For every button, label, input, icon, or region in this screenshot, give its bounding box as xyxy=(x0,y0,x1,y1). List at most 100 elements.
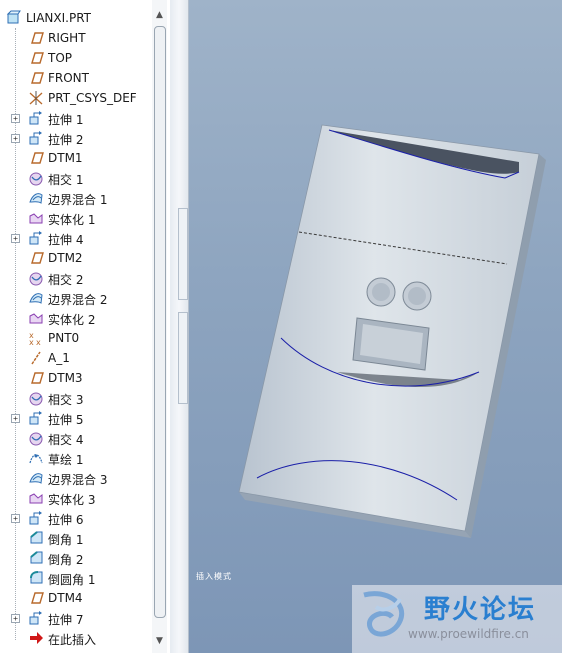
insert-mode-label: 插入模式 xyxy=(196,572,232,581)
splitter-handle-bottom[interactable] xyxy=(178,312,188,404)
graphics-viewport[interactable]: 插入模式 xyxy=(189,0,562,653)
tree-root-label: LIANXI.PRT xyxy=(26,11,92,25)
scroll-thumb[interactable] xyxy=(154,26,166,618)
extrude-icon xyxy=(28,130,44,146)
site-watermark: 野火论坛 www.proewildfire.cn xyxy=(352,585,562,653)
tree-item-label: PRT_CSYS_DEF xyxy=(48,91,137,105)
expand-toggle-icon[interactable]: + xyxy=(11,614,20,623)
tree-scrollbar[interactable]: ▲ ▼ xyxy=(152,0,167,653)
intersect-icon xyxy=(28,390,44,406)
tree-item-label: 边界混合 2 xyxy=(48,293,108,307)
tree-item-label: 边界混合 3 xyxy=(48,473,108,487)
tree-item[interactable]: 边界混合 1 xyxy=(0,188,152,208)
model-tree-panel: LIANXI.PRT RIGHT TOP FRONT PRT_CSYS_DEF + 拉伸 … xyxy=(0,0,171,653)
tree-item[interactable]: 倒圆角 1 xyxy=(0,568,152,588)
tree-item[interactable]: DTM3 xyxy=(0,368,152,388)
coordinate-system-icon xyxy=(28,90,44,106)
tree-root-item[interactable]: LIANXI.PRT xyxy=(0,8,152,28)
tree-item-label: 拉伸 7 xyxy=(48,613,84,627)
tree-item[interactable]: 边界混合 3 xyxy=(0,468,152,488)
tree-item-label: 实体化 1 xyxy=(48,213,96,227)
tree-item-label: 边界混合 1 xyxy=(48,193,108,207)
part-model-view xyxy=(238,124,546,538)
expand-toggle-icon[interactable]: + xyxy=(11,134,20,143)
tree-item[interactable]: FRONT xyxy=(0,68,152,88)
tree-item-label: TOP xyxy=(48,51,73,65)
tree-item-label: DTM4 xyxy=(48,591,83,605)
tree-item[interactable]: TOP xyxy=(0,48,152,68)
tree-item-label: 在此插入 xyxy=(48,633,97,647)
expand-toggle-icon[interactable]: + xyxy=(11,114,20,123)
tree-item[interactable]: 相交 2 xyxy=(0,268,152,288)
tree-item[interactable]: + 拉伸 4 xyxy=(0,228,152,248)
chamfer-icon xyxy=(28,550,44,566)
tree-item[interactable]: x x x PNT0 xyxy=(0,328,152,348)
tree-item-label: DTM2 xyxy=(48,251,83,265)
panel-splitter[interactable] xyxy=(170,0,189,653)
expand-toggle-icon[interactable]: + xyxy=(11,414,20,423)
tree-item[interactable]: + 拉伸 7 xyxy=(0,608,152,628)
tree-item-label: 拉伸 2 xyxy=(48,133,84,147)
scroll-down-arrow-icon[interactable]: ▼ xyxy=(152,636,167,648)
solidify-icon xyxy=(28,490,44,506)
tree-item-label: DTM1 xyxy=(48,151,83,165)
tree-item[interactable]: + 拉伸 5 xyxy=(0,408,152,428)
scroll-up-arrow-icon[interactable]: ▲ xyxy=(152,10,167,22)
tree-item-label: FRONT xyxy=(48,71,89,85)
tree-item[interactable]: 实体化 2 xyxy=(0,308,152,328)
extrude-icon xyxy=(28,510,44,526)
boundary-blend-icon xyxy=(28,290,44,306)
tree-item[interactable]: RIGHT xyxy=(0,28,152,48)
tree-item-label: PNT0 xyxy=(48,331,80,345)
tree-item[interactable]: PRT_CSYS_DEF xyxy=(0,88,152,108)
boundary-blend-icon xyxy=(28,190,44,206)
tree-item[interactable]: + 拉伸 2 xyxy=(0,128,152,148)
datum-plane-icon xyxy=(28,30,44,46)
expand-toggle-icon[interactable]: + xyxy=(11,234,20,243)
tree-item[interactable]: 实体化 1 xyxy=(0,208,152,228)
datum-plane-icon xyxy=(28,50,44,66)
tree-item[interactable]: 相交 3 xyxy=(0,388,152,408)
chamfer-icon xyxy=(28,530,44,546)
extrude-icon xyxy=(28,410,44,426)
datum-plane-icon xyxy=(28,590,44,606)
svg-text:x: x xyxy=(36,338,41,346)
tree-item-label: 拉伸 5 xyxy=(48,413,84,427)
sketch-icon xyxy=(28,450,44,466)
tree-item-label: 草绘 1 xyxy=(48,453,84,467)
tree-item-label: 相交 4 xyxy=(48,433,84,447)
tree-item[interactable]: 边界混合 2 xyxy=(0,288,152,308)
tree-item[interactable]: 草绘 1 xyxy=(0,448,152,468)
datum-plane-icon xyxy=(28,70,44,86)
tree-item[interactable]: 倒角 1 xyxy=(0,528,152,548)
tree-item-label: 实体化 2 xyxy=(48,313,96,327)
tree-item[interactable]: 相交 1 xyxy=(0,168,152,188)
tree-item-label: A_1 xyxy=(48,351,70,365)
tree-item[interactable]: + 拉伸 1 xyxy=(0,108,152,128)
tree-item-label: 拉伸 4 xyxy=(48,233,84,247)
tree-item[interactable]: DTM2 xyxy=(0,248,152,268)
datum-point-icon: xxx xyxy=(28,330,44,347)
tree-item[interactable]: 实体化 3 xyxy=(0,488,152,508)
tree-item[interactable]: + 拉伸 6 xyxy=(0,508,152,528)
tree-item[interactable]: 在此插入 xyxy=(0,628,152,648)
tree-item[interactable]: 倒角 2 xyxy=(0,548,152,568)
tree-item[interactable]: A_1 xyxy=(0,348,152,368)
tree-item-label: 倒圆角 1 xyxy=(48,573,96,587)
datum-axis-icon xyxy=(28,350,44,366)
expand-toggle-icon[interactable]: + xyxy=(11,514,20,523)
solidify-icon xyxy=(28,310,44,326)
datum-plane-icon xyxy=(28,370,44,386)
tree-item-label: DTM3 xyxy=(48,371,83,385)
tree-item-label: RIGHT xyxy=(48,31,86,45)
datum-plane-icon xyxy=(28,250,44,266)
insert-here-arrow-icon xyxy=(28,630,44,646)
solidify-icon xyxy=(28,210,44,226)
splitter-handle-top[interactable] xyxy=(178,208,188,300)
tree-item-label: 拉伸 6 xyxy=(48,513,84,527)
tree-item[interactable]: 相交 4 xyxy=(0,428,152,448)
tree-item[interactable]: DTM1 xyxy=(0,148,152,168)
intersect-icon xyxy=(28,170,44,186)
tree-item[interactable]: DTM4 xyxy=(0,588,152,608)
extrude-icon xyxy=(28,110,44,126)
